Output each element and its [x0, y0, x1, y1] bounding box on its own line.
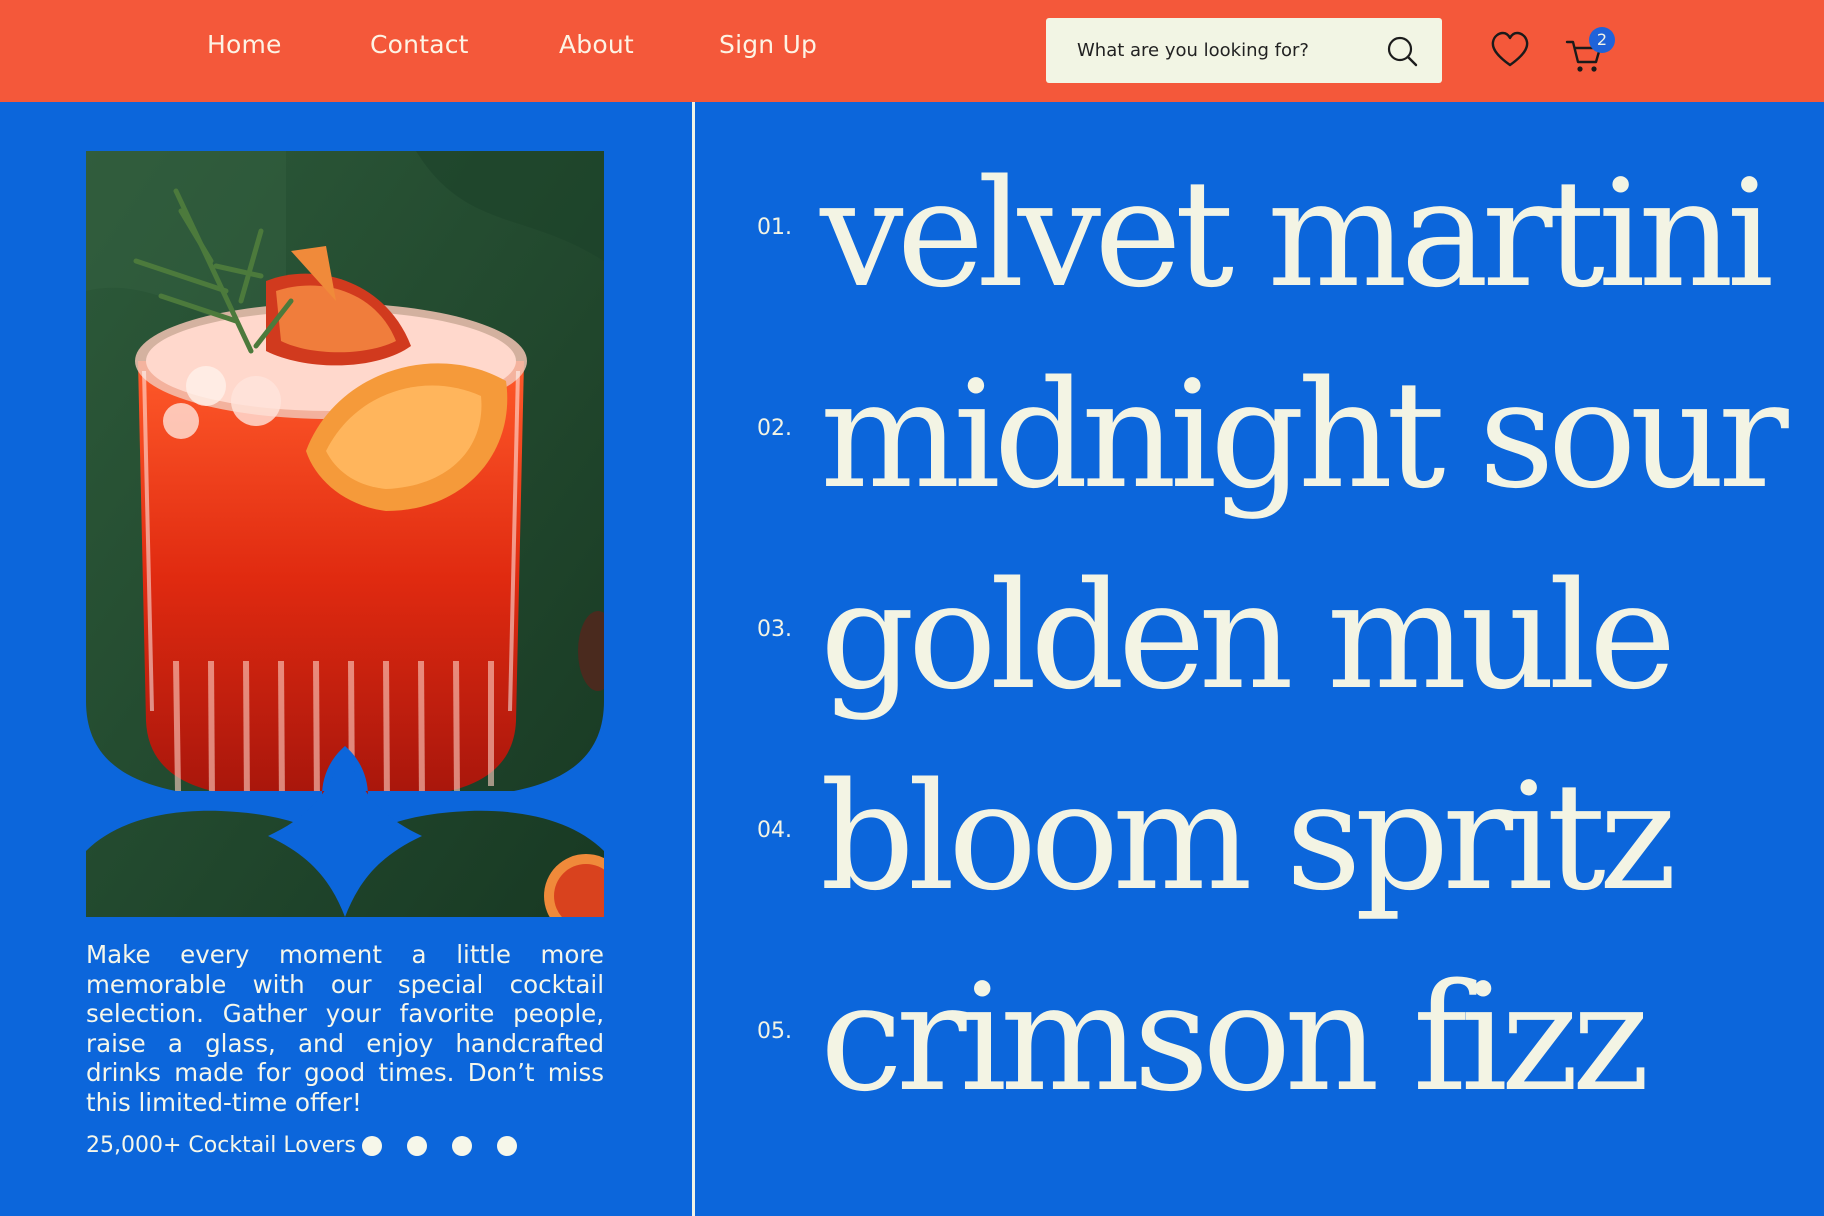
search-bar — [1046, 18, 1442, 83]
top-navbar: Home Contact About Sign Up 2 — [0, 0, 1824, 102]
nav-link-about[interactable]: About — [559, 30, 634, 59]
menu-item-number: 01. — [757, 215, 792, 240]
menu-item-number: 03. — [757, 617, 792, 642]
menu-item-number: 04. — [757, 818, 792, 843]
menu-item-crimson-fizz[interactable]: crimson fizz — [820, 964, 1650, 1112]
cocktail-illustration — [86, 151, 604, 917]
cocktail-photo — [86, 151, 604, 917]
menu-item-number: 02. — [757, 416, 792, 441]
nav-link-home[interactable]: Home — [207, 30, 282, 59]
menu-item-number: 05. — [757, 1019, 792, 1044]
menu-item-velvet-martini[interactable]: velvet martini — [820, 160, 1774, 308]
carousel-dot[interactable] — [497, 1136, 517, 1156]
heart-icon[interactable] — [1490, 31, 1530, 69]
carousel-dot[interactable] — [407, 1136, 427, 1156]
panel-divider — [692, 102, 695, 1216]
search-icon[interactable] — [1386, 35, 1418, 67]
search-input[interactable] — [1077, 18, 1367, 83]
nav-link-contact[interactable]: Contact — [370, 30, 469, 59]
carousel-dot[interactable] — [452, 1136, 472, 1156]
promo-description: Make every moment a little more memorabl… — [86, 940, 604, 1117]
menu-item-golden-mule[interactable]: golden mule — [820, 562, 1676, 710]
carousel-dot[interactable] — [362, 1136, 382, 1156]
cocktail-lovers-count: 25,000+ Cocktail Lovers — [86, 1133, 356, 1158]
menu-item-bloom-spritz[interactable]: bloom spritz — [820, 763, 1677, 911]
menu-item-midnight-sour[interactable]: midnight sour — [820, 361, 1789, 509]
cart-count-badge: 2 — [1589, 27, 1615, 53]
nav-link-sign-up[interactable]: Sign Up — [719, 30, 817, 59]
